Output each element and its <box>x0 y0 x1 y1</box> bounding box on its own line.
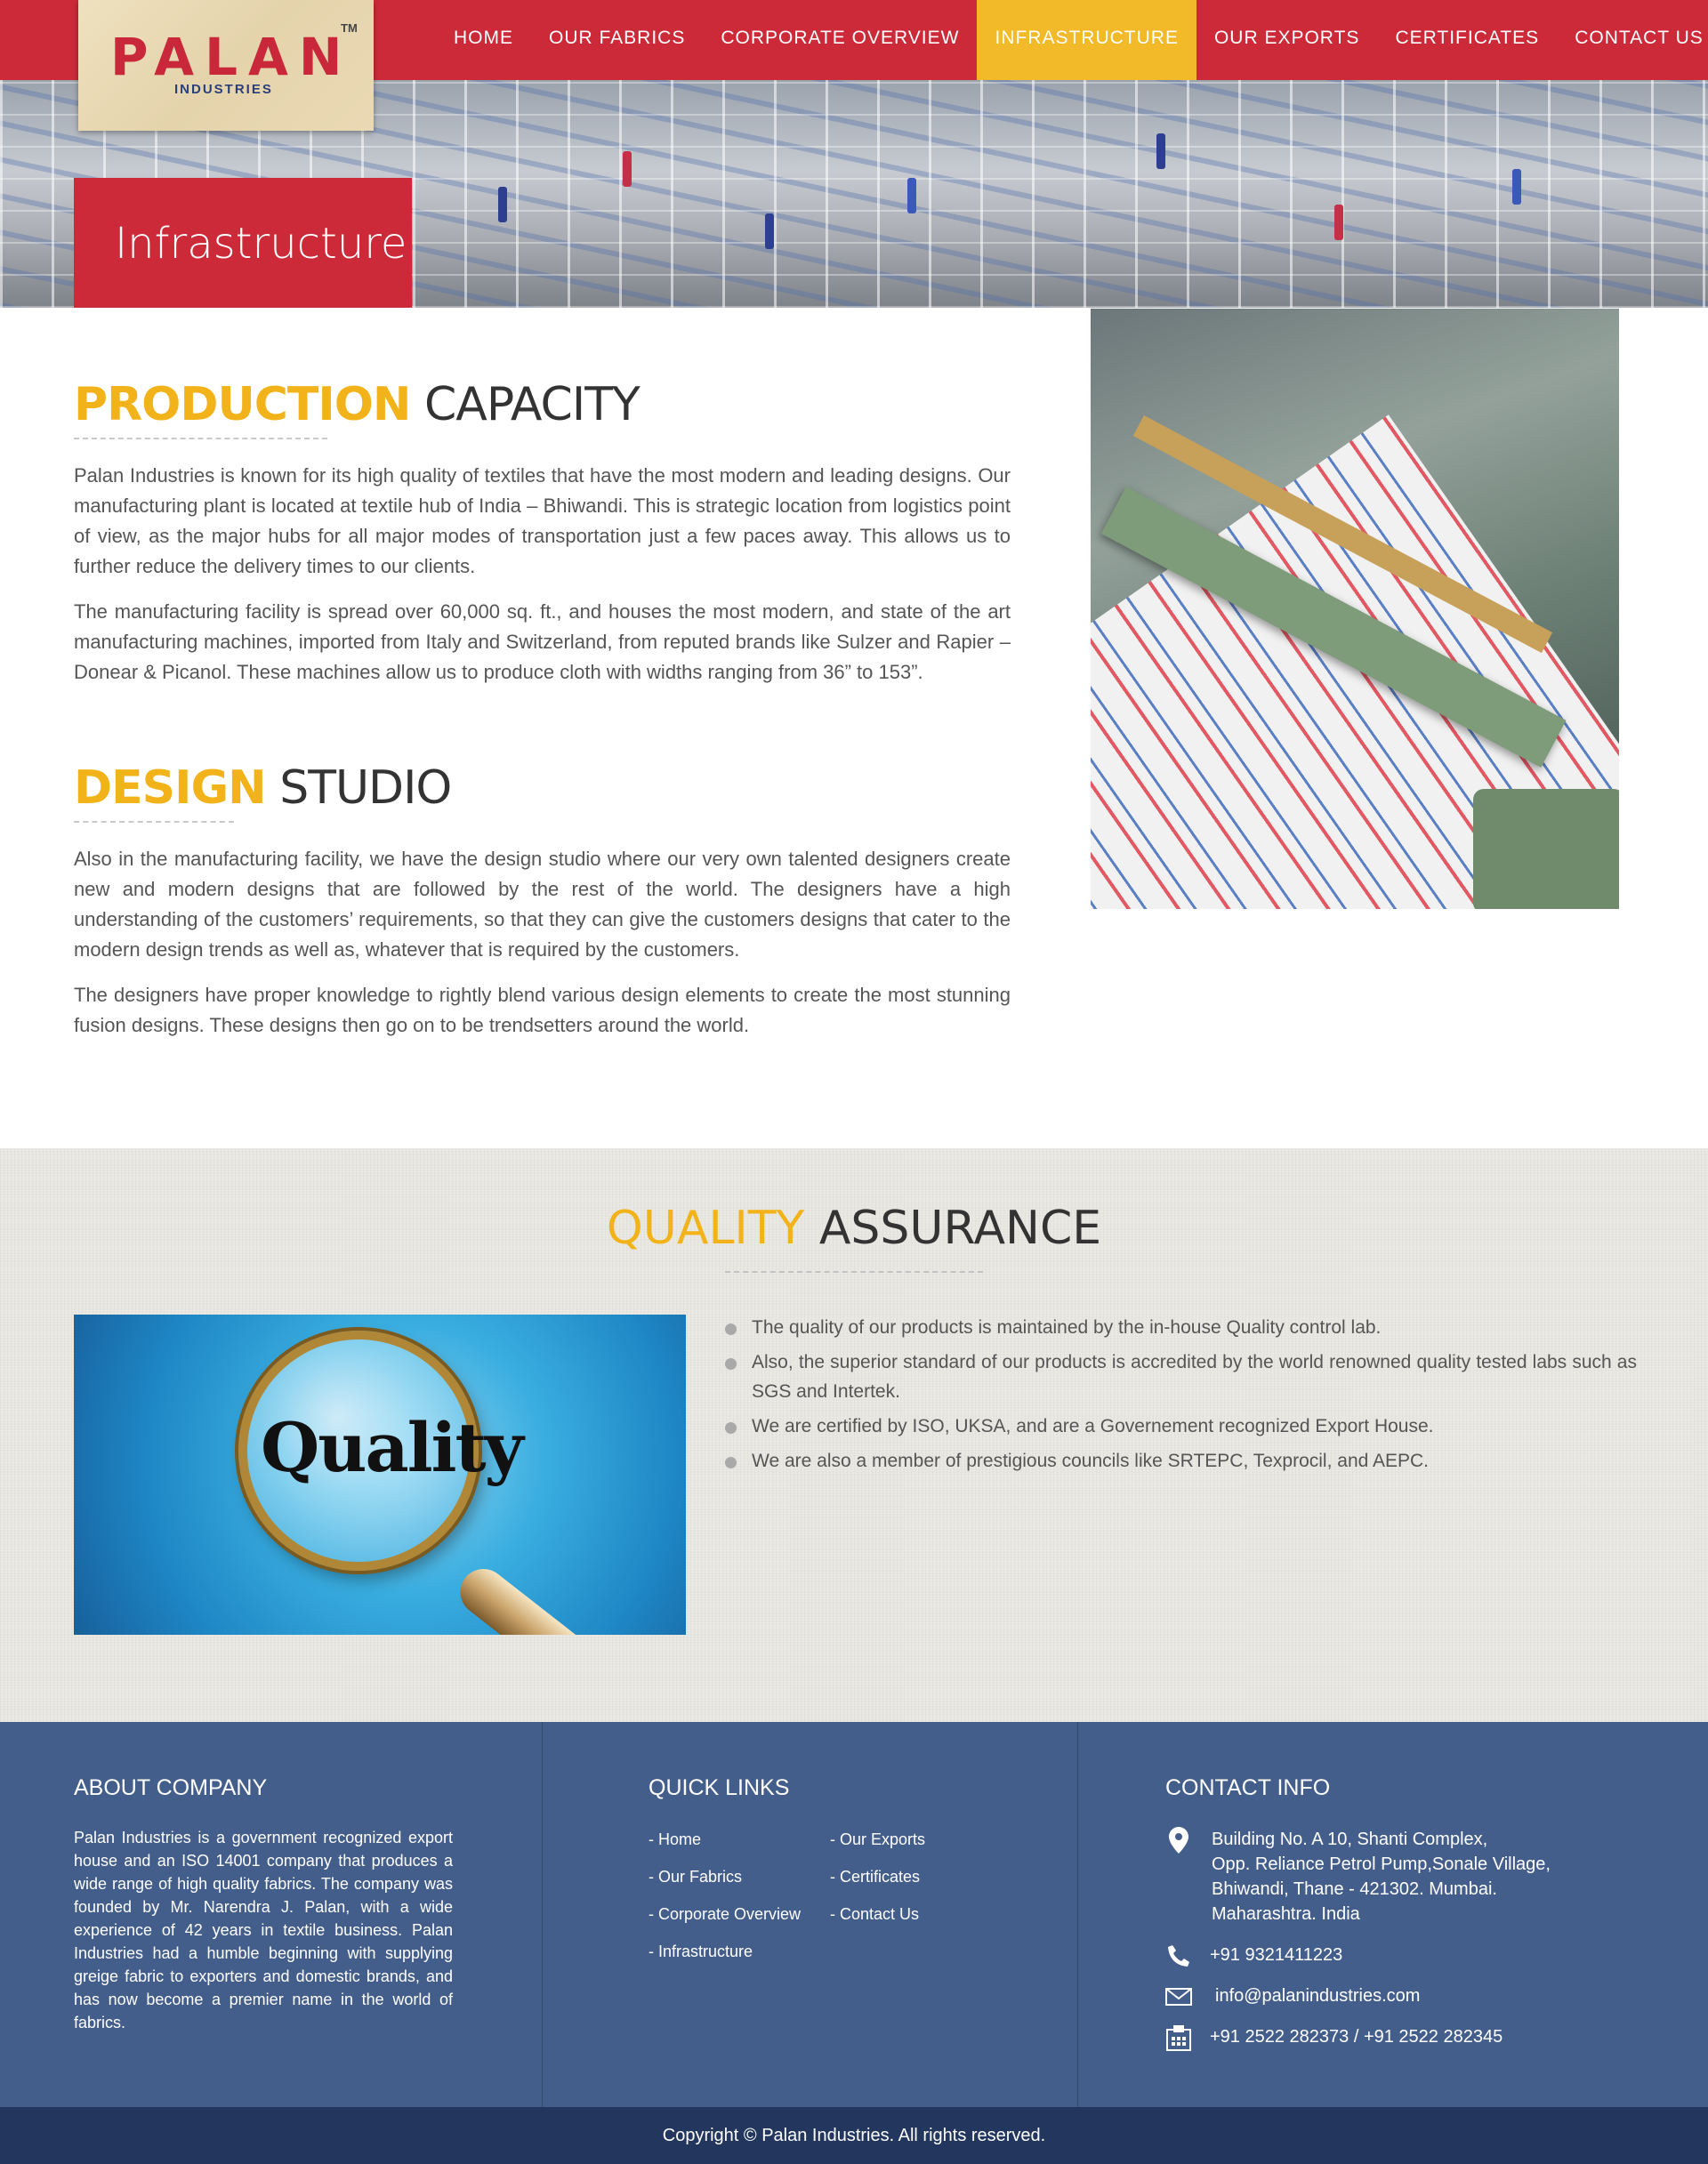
quality-heading-accent: QUALITY <box>606 1202 805 1255</box>
footer-email[interactable]: info@palanindustries.com <box>1215 1983 1420 2008</box>
hero-spool-decor <box>1156 133 1165 169</box>
hero-spool-decor <box>623 151 632 187</box>
design-heading-accent: DESIGN <box>74 761 267 815</box>
quality-image-word: Quality <box>261 1408 524 1487</box>
footer-address-row: Building No. A 10, Shanti Complex, Opp. … <box>1165 1827 1551 1927</box>
footer-column-divider <box>1077 1722 1078 2107</box>
quality-magnifier-image: Quality <box>74 1315 686 1635</box>
footer-address-line: Bhiwandi, Thane - 421302. Mumbai. <box>1212 1879 1497 1899</box>
quality-list-item: The quality of our products is maintaine… <box>725 1313 1637 1342</box>
footer-link-our-exports[interactable]: - Our Exports <box>830 1830 925 1849</box>
nav-corporate-overview[interactable]: CORPORATE OVERVIEW <box>703 0 977 80</box>
production-heading-accent: PRODUCTION <box>74 378 411 431</box>
production-heading: PRODUCTION CAPACITY <box>74 378 640 431</box>
footer-address-line: Opp. Reliance Petrol Pump,Sonale Village… <box>1212 1854 1551 1874</box>
loom-motor-decor <box>1473 789 1619 909</box>
hero-spool-decor <box>765 213 774 249</box>
design-heading: DESIGN STUDIO <box>74 761 452 815</box>
footer-about-heading: ABOUT COMPANY <box>74 1775 268 1800</box>
footer-phone[interactable]: +91 9321411223 <box>1210 1943 1342 1967</box>
quality-section: QUALITY ASSURANCE Quality The quality of… <box>0 1148 1708 1722</box>
footer-fax-row: +91 2522 282373 / +91 2522 282345 <box>1165 2024 1503 2051</box>
page-title: Infrastructure <box>115 219 407 269</box>
footer-address: Building No. A 10, Shanti Complex, Opp. … <box>1212 1827 1551 1927</box>
footer-link-certificates[interactable]: - Certificates <box>830 1868 920 1886</box>
mail-icon <box>1165 1983 1192 2010</box>
footer-link-corporate-overview[interactable]: - Corporate Overview <box>649 1905 801 1924</box>
logo-wordmark: PALAN <box>110 27 353 87</box>
footer-about-text: Palan Industries is a government recogni… <box>74 1829 453 2031</box>
nav-our-fabrics[interactable]: OUR FABRICS <box>531 0 703 80</box>
footer-link-home[interactable]: - Home <box>649 1830 701 1849</box>
production-paragraph-2: The manufacturing facility is spread ove… <box>74 600 1011 683</box>
footer-address-line: Building No. A 10, Shanti Complex, <box>1212 1830 1488 1849</box>
design-heading-rest: STUDIO <box>279 761 452 815</box>
footer-link-our-fabrics[interactable]: - Our Fabrics <box>649 1868 742 1886</box>
quality-list: The quality of our products is maintaine… <box>725 1313 1637 1481</box>
map-pin-icon <box>1165 1827 1192 1854</box>
quality-list-item: We are also a member of prestigious coun… <box>725 1446 1637 1476</box>
design-paragraph-1: Also in the manufacturing facility, we h… <box>74 848 1011 961</box>
hero-spool-decor <box>907 178 916 213</box>
footer-email-row: info@palanindustries.com <box>1165 1983 1420 2010</box>
nav-contact-us[interactable]: CONTACT US <box>1557 0 1708 80</box>
hero-spool-decor <box>498 187 507 222</box>
main-nav: HOME OUR FABRICS CORPORATE OVERVIEW INFR… <box>436 0 1708 80</box>
phone-icon <box>1165 1943 1192 1969</box>
footer-fax: +91 2522 282373 / +91 2522 282345 <box>1210 2027 1503 2047</box>
magnifier-handle-decor <box>450 1559 656 1635</box>
footer-links-heading: QUICK LINKS <box>649 1775 790 1800</box>
brand-logo[interactable]: PALAN TM INDUSTRIES <box>78 0 374 131</box>
nav-home[interactable]: HOME <box>436 0 531 80</box>
production-heading-divider <box>74 438 327 439</box>
page-title-box: Infrastructure <box>74 178 412 308</box>
design-paragraph-2: The designers have proper knowledge to r… <box>74 984 1011 1036</box>
footer-column-divider <box>542 1722 543 2107</box>
quality-list-item: Also, the superior standard of our produ… <box>725 1347 1637 1406</box>
footer-address-line: Maharashtra. India <box>1212 1904 1360 1924</box>
production-paragraph-1: Palan Industries is known for its high q… <box>74 464 1011 577</box>
hero-spool-decor <box>1334 205 1343 240</box>
design-heading-divider <box>74 821 234 823</box>
quality-heading: QUALITY ASSURANCE <box>0 1202 1708 1255</box>
copyright-bar: Copyright © Palan Industries. All rights… <box>0 2107 1708 2164</box>
footer-contact-heading: CONTACT INFO <box>1165 1775 1331 1800</box>
footer-phone-row: +91 9321411223 <box>1165 1943 1342 1969</box>
quality-list-item: We are certified by ISO, UKSA, and are a… <box>725 1412 1637 1441</box>
quality-heading-divider <box>725 1271 983 1273</box>
loom-machine-image <box>1091 309 1619 909</box>
nav-certificates[interactable]: CERTIFICATES <box>1377 0 1557 80</box>
nav-our-exports[interactable]: OUR EXPORTS <box>1196 0 1377 80</box>
production-heading-rest: CAPACITY <box>423 378 640 431</box>
logo-trademark: TM <box>341 21 358 35</box>
footer-link-infrastructure[interactable]: - Infrastructure <box>649 1943 753 1961</box>
quality-heading-rest: ASSURANCE <box>818 1202 1102 1255</box>
hero-spool-decor <box>1512 169 1521 205</box>
footer-link-contact-us[interactable]: - Contact Us <box>830 1905 919 1924</box>
fax-icon <box>1165 2024 1192 2051</box>
logo-subtitle: INDUSTRIES <box>174 82 273 97</box>
nav-infrastructure[interactable]: INFRASTRUCTURE <box>977 0 1196 80</box>
footer: ABOUT COMPANY Palan Industries is a gove… <box>0 1722 1708 2107</box>
